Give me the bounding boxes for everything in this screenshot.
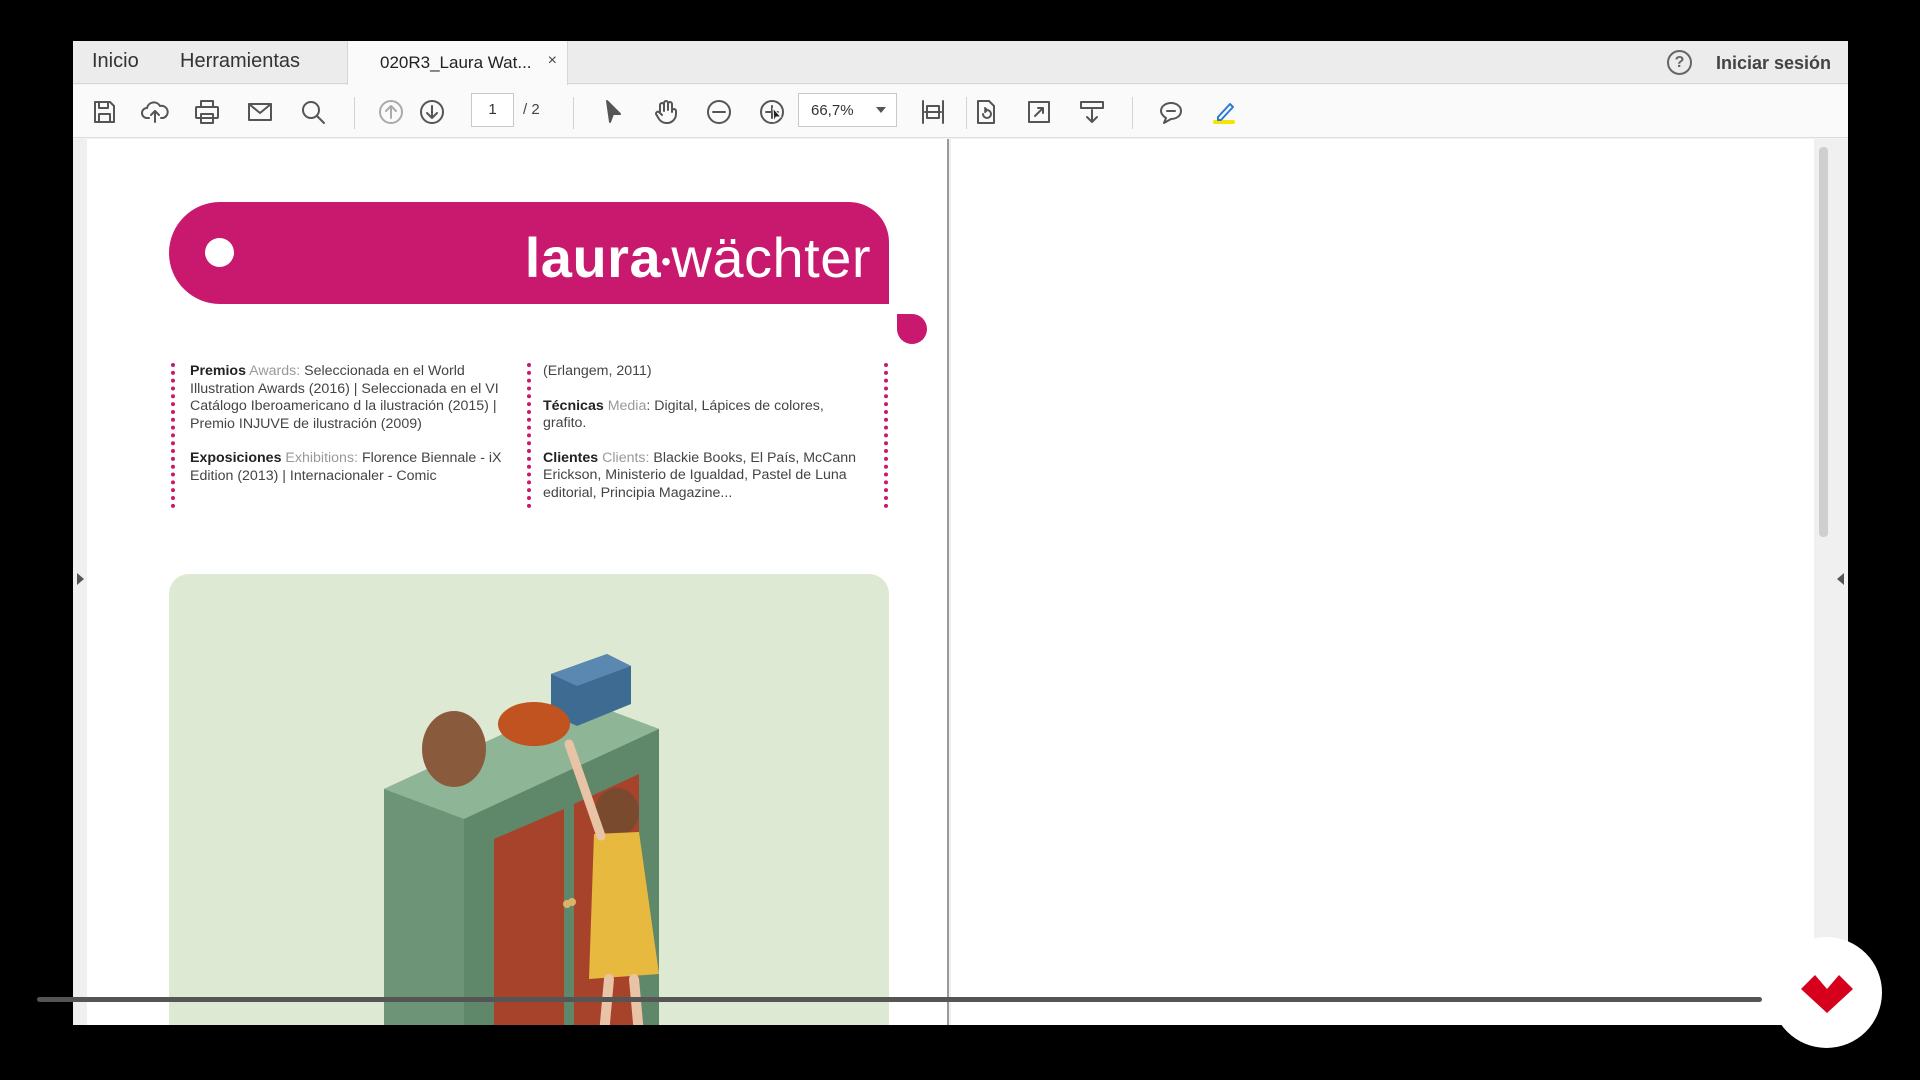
dotted-divider <box>884 363 888 508</box>
media-paragraph: Técnicas Media: Digital, Lápices de colo… <box>543 398 868 433</box>
artist-name: laura•wächter <box>525 228 871 292</box>
zoom-out-icon[interactable] <box>704 97 734 127</box>
door-knob <box>568 898 576 906</box>
awards-paragraph: Premios Awards: Seleccionada en el World… <box>190 363 510 433</box>
help-icon[interactable]: ? <box>1667 50 1692 75</box>
save-icon[interactable] <box>89 97 119 127</box>
page-number-input[interactable]: 1 <box>471 93 514 127</box>
hand-icon[interactable] <box>651 97 681 127</box>
artist-last-name: wächter <box>671 226 871 289</box>
name-banner: laura•wächter <box>169 202 889 304</box>
upload-icon[interactable] <box>140 97 170 127</box>
toolbar-divider <box>966 97 967 129</box>
zoom-in-icon[interactable] <box>757 97 787 127</box>
dotted-divider <box>171 363 175 508</box>
document-tab-title: 020R3_Laura Wat... <box>380 53 532 72</box>
continued-text: (Erlangem, 2011) <box>543 363 652 379</box>
artist-first-name: laura <box>524 226 662 289</box>
horizontal-scrollbar[interactable] <box>37 997 1762 1002</box>
clients-label: Clientes <box>543 449 599 466</box>
orange-bag <box>498 702 570 746</box>
scroll-mode-icon[interactable] <box>1077 97 1107 127</box>
clients-en: Clients: <box>602 449 650 466</box>
left-panel-toggle-icon[interactable] <box>77 573 84 585</box>
zoom-value: 66,7% <box>811 102 854 119</box>
fullscreen-icon[interactable] <box>1024 97 1054 127</box>
document-tab[interactable]: 020R3_Laura Wat... × <box>347 41 568 85</box>
page-up-icon[interactable] <box>376 97 406 127</box>
awards-en: Awards: <box>249 363 301 379</box>
toolbar-divider <box>573 97 574 129</box>
nav-tools[interactable]: Herramientas <box>180 50 300 73</box>
toolbar-divider <box>354 97 355 129</box>
pdf-page-1: laura•wächter Premios Awards: Selecciona… <box>87 139 949 1025</box>
print-icon[interactable] <box>192 97 222 127</box>
fit-page-icon[interactable] <box>918 97 948 127</box>
media-label: Técnicas <box>543 397 604 414</box>
brand-logo-icon <box>1801 975 1853 1013</box>
clients-paragraph: Clientes Clients: Blackie Books, El País… <box>543 450 868 503</box>
pdf-viewer-window: Inicio Herramientas 020R3_Laura Wat... ×… <box>73 41 1848 1025</box>
right-panel-toggle-icon[interactable] <box>1837 573 1844 585</box>
close-tab-icon[interactable]: × <box>548 52 557 70</box>
comment-icon[interactable] <box>1156 97 1186 127</box>
rotate-icon[interactable] <box>971 97 1001 127</box>
info-column-1: Premios Awards: Seleccionada en el World… <box>190 363 510 503</box>
info-column-2: (Erlangem, 2011) Técnicas Media: Digital… <box>543 363 868 520</box>
page-total: / 2 <box>523 101 540 118</box>
illustration-artwork <box>384 654 659 1025</box>
girl-head-top <box>422 711 486 787</box>
top-navigation: Inicio Herramientas 020R3_Laura Wat... ×… <box>73 41 1848 85</box>
page-down-icon[interactable] <box>417 97 447 127</box>
illustration <box>169 574 889 1025</box>
name-separator: • <box>661 246 672 278</box>
highlight-icon[interactable] <box>1209 97 1239 127</box>
dotted-divider <box>527 363 531 508</box>
exhibitions-label: Exposiciones <box>190 450 282 467</box>
exhibitions-en: Exhibitions: <box>285 450 358 467</box>
nav-home[interactable]: Inicio <box>92 50 139 73</box>
cabinet-door-left <box>494 809 564 1025</box>
chevron-down-icon <box>876 107 886 113</box>
document-area: laura•wächter Premios Awards: Selecciona… <box>73 139 1848 1025</box>
zoom-select[interactable]: 66,7% <box>798 93 897 127</box>
toolbar-divider <box>1132 97 1133 129</box>
vertical-scrollbar[interactable] <box>1819 147 1828 537</box>
toolbar <box>73 85 1848 138</box>
awards-label: Premios <box>190 363 246 379</box>
email-icon[interactable] <box>245 97 275 127</box>
search-icon[interactable] <box>298 97 328 127</box>
pdf-page-2 <box>951 139 1814 1025</box>
select-cursor-icon[interactable] <box>598 97 628 127</box>
banner-dot <box>205 238 234 267</box>
exhibitions-paragraph: Exposiciones Exhibitions: Florence Bienn… <box>190 450 510 485</box>
brand-logo-badge <box>1771 937 1882 1048</box>
decorative-drop <box>897 314 927 344</box>
signin-link[interactable]: Iniciar sesión <box>1716 53 1831 74</box>
media-en: Media <box>607 397 647 414</box>
